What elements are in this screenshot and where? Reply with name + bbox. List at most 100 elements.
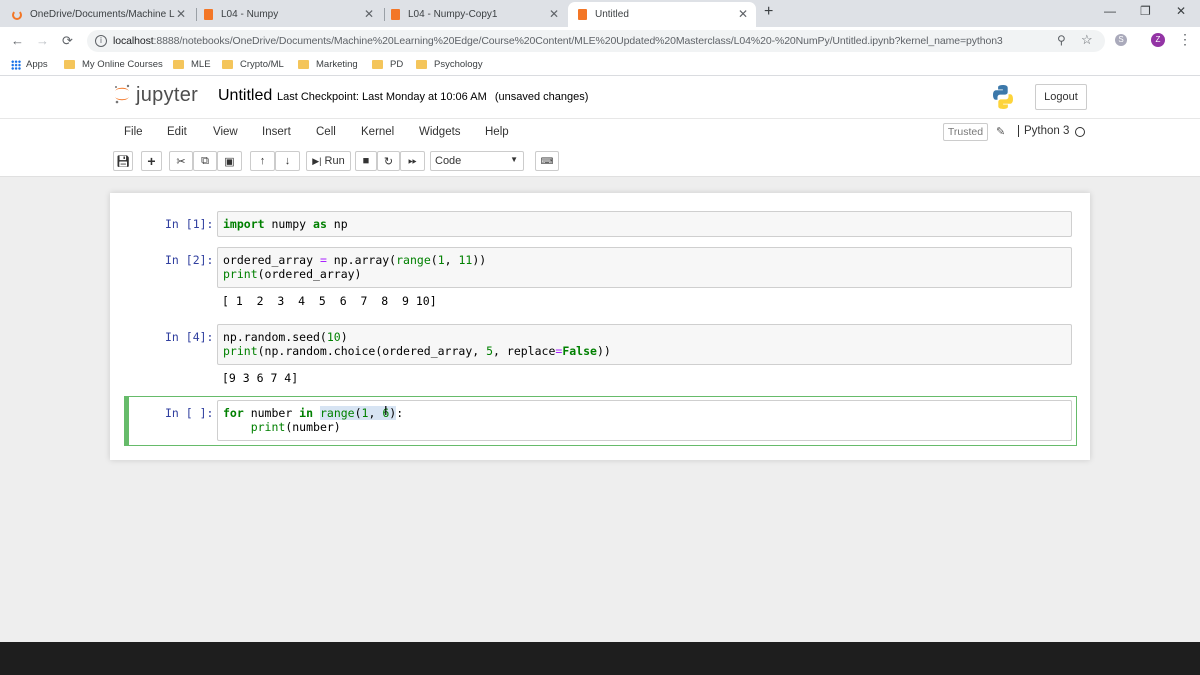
- folder-icon: [416, 60, 427, 69]
- run-icon: ▶︎|: [312, 155, 322, 166]
- kernel-idle-indicator-icon: [1075, 127, 1085, 137]
- pencil-icon[interactable]: ✎: [996, 125, 1005, 138]
- bookmark-pd[interactable]: PD: [372, 59, 403, 70]
- taskbar: [0, 642, 1200, 675]
- tab-title: L04 - Numpy-Copy1: [408, 9, 498, 20]
- tab-separator: [196, 8, 197, 21]
- notebook-menubar: File Edit View Insert Cell Kernel Widget…: [0, 118, 1200, 147]
- notebook-favicon-icon: [391, 9, 400, 20]
- forward-icon[interactable]: →: [36, 33, 49, 48]
- command-palette-icon[interactable]: ⌨: [535, 151, 559, 171]
- notebook-favicon-icon: [204, 9, 213, 20]
- notebook-container: In [1]: import numpy as np In [2]: order…: [110, 193, 1090, 460]
- notebook-title[interactable]: Untitled: [218, 87, 272, 105]
- code-text: ordered_array = np.array(range(1, 11)) p…: [223, 253, 487, 281]
- code-text: for number in range(1, 6): print(number): [223, 406, 404, 434]
- new-tab-icon[interactable]: +: [764, 3, 773, 21]
- code-text: np.random.seed(10) print(np.random.choic…: [223, 330, 611, 358]
- bookmark-apps[interactable]: Apps: [11, 59, 48, 70]
- tab-separator: [384, 8, 385, 21]
- bookmarks-bar: Apps My Online Courses MLE Crypto/ML Mar…: [0, 55, 1200, 76]
- minimize-icon[interactable]: —: [1104, 4, 1116, 18]
- apps-grid-icon: [11, 59, 21, 70]
- menu-help[interactable]: Help: [485, 126, 509, 138]
- jupyter-header: jupyter Untitled Last Checkpoint: Last M…: [0, 76, 1200, 118]
- restart-run-all-icon[interactable]: ⏩︎: [400, 151, 425, 171]
- window-close-icon[interactable]: ✕: [1176, 4, 1186, 18]
- trusted-indicator[interactable]: Trusted: [943, 123, 988, 141]
- move-up-icon[interactable]: ↑: [250, 151, 275, 171]
- browser-menu-icon[interactable]: ⋮: [1178, 31, 1192, 48]
- folder-icon: [173, 60, 184, 69]
- checkpoint-status: Last Checkpoint: Last Monday at 10:06 AM…: [277, 91, 589, 103]
- menu-kernel[interactable]: Kernel: [361, 126, 394, 138]
- tab-onedrive[interactable]: OneDrive/Documents/Machine L ✕: [12, 2, 194, 27]
- text-cursor-icon: I: [384, 403, 388, 418]
- restore-icon[interactable]: ❐: [1140, 4, 1151, 18]
- menu-file[interactable]: File: [124, 126, 143, 138]
- bookmark-star-icon[interactable]: ☆: [1081, 32, 1093, 48]
- close-icon[interactable]: ✕: [176, 7, 186, 21]
- jupyter-favicon-icon: [12, 9, 22, 20]
- address-bar: ← → ⟳ i localhost:8888/notebooks/OneDriv…: [0, 27, 1200, 55]
- dropdown-caret-icon: ▼: [510, 155, 518, 164]
- python-logo-icon: [993, 85, 1013, 109]
- save-icon[interactable]: 💾︎: [113, 151, 133, 171]
- bookmark-mle[interactable]: MLE: [173, 59, 211, 70]
- close-icon[interactable]: ✕: [364, 7, 374, 21]
- menu-insert[interactable]: Insert: [262, 126, 291, 138]
- bookmark-my-online-courses[interactable]: My Online Courses: [64, 59, 163, 70]
- browser-tab-strip: OneDrive/Documents/Machine L ✕ L04 - Num…: [0, 0, 1200, 27]
- bookmark-psychology[interactable]: Psychology: [416, 59, 483, 70]
- bookmark-marketing[interactable]: Marketing: [298, 59, 358, 70]
- menu-view[interactable]: View: [213, 126, 238, 138]
- jupyter-logo-icon[interactable]: [113, 84, 131, 104]
- tab-l04-numpy[interactable]: L04 - Numpy ✕: [204, 2, 382, 27]
- jupyter-logo-text[interactable]: jupyter: [136, 84, 198, 107]
- cell-prompt: In [ ]:: [165, 406, 214, 420]
- back-icon[interactable]: ←: [11, 33, 24, 48]
- close-icon[interactable]: ✕: [549, 7, 559, 21]
- notebook-favicon-icon: [578, 9, 587, 20]
- code-cell-input[interactable]: ordered_array = np.array(range(1, 11)) p…: [217, 247, 1072, 288]
- run-button[interactable]: ▶︎| Run: [306, 151, 351, 171]
- move-down-icon[interactable]: ↓: [275, 151, 300, 171]
- tab-title: L04 - Numpy: [221, 9, 279, 20]
- close-icon[interactable]: ✕: [738, 7, 748, 21]
- cell-type-select[interactable]: Code ▼: [430, 151, 524, 171]
- paste-icon[interactable]: ▣: [217, 151, 242, 171]
- tab-l04-numpy-copy1[interactable]: L04 - Numpy-Copy1 ✕: [391, 2, 567, 27]
- extension-icon[interactable]: S: [1115, 34, 1127, 46]
- insert-cell-icon[interactable]: +: [141, 151, 162, 171]
- code-cell-input[interactable]: np.random.seed(10) print(np.random.choic…: [217, 324, 1072, 365]
- tab-untitled[interactable]: Untitled ✕: [568, 2, 756, 27]
- zoom-icon[interactable]: ⚲: [1057, 33, 1066, 47]
- cell-output: [ 1 2 3 4 5 6 7 8 9 10]: [222, 294, 437, 308]
- menu-cell[interactable]: Cell: [316, 126, 336, 138]
- notebook-area: In [1]: import numpy as np In [2]: order…: [0, 177, 1200, 642]
- menu-edit[interactable]: Edit: [167, 126, 187, 138]
- kernel-name: Python 3: [1018, 125, 1069, 137]
- folder-icon: [222, 60, 233, 69]
- cut-icon[interactable]: ✂: [169, 151, 193, 171]
- folder-icon: [64, 60, 75, 69]
- code-cell-input[interactable]: for number in range(1, 6): print(number)…: [217, 400, 1072, 441]
- tab-title: Untitled: [595, 9, 629, 20]
- notebook-toolbar: 💾︎ + ✂ ⧉ ▣ ↑ ↓ ▶︎| Run ■ ↻ ⏩︎ Code ▼ ⌨: [0, 147, 1200, 177]
- bookmark-crypto-ml[interactable]: Crypto/ML: [222, 59, 284, 70]
- restart-icon[interactable]: ↻: [377, 151, 400, 171]
- profile-avatar[interactable]: Z: [1151, 33, 1165, 47]
- cell-prompt: In [1]:: [165, 217, 214, 231]
- url-text: localhost:8888/notebooks/OneDrive/Docume…: [113, 35, 1003, 47]
- url-field[interactable]: i localhost:8888/notebooks/OneDrive/Docu…: [87, 30, 1105, 52]
- code-cell-input[interactable]: import numpy as np: [217, 211, 1072, 237]
- interrupt-icon[interactable]: ■: [355, 151, 377, 171]
- info-icon[interactable]: i: [95, 35, 107, 47]
- menu-widgets[interactable]: Widgets: [419, 126, 461, 138]
- cell-output: [9 3 6 7 4]: [222, 371, 299, 385]
- copy-icon[interactable]: ⧉: [193, 151, 217, 171]
- folder-icon: [298, 60, 309, 69]
- tab-title: OneDrive/Documents/Machine L: [30, 9, 175, 20]
- reload-icon[interactable]: ⟳: [62, 33, 73, 49]
- logout-button[interactable]: Logout: [1035, 84, 1087, 110]
